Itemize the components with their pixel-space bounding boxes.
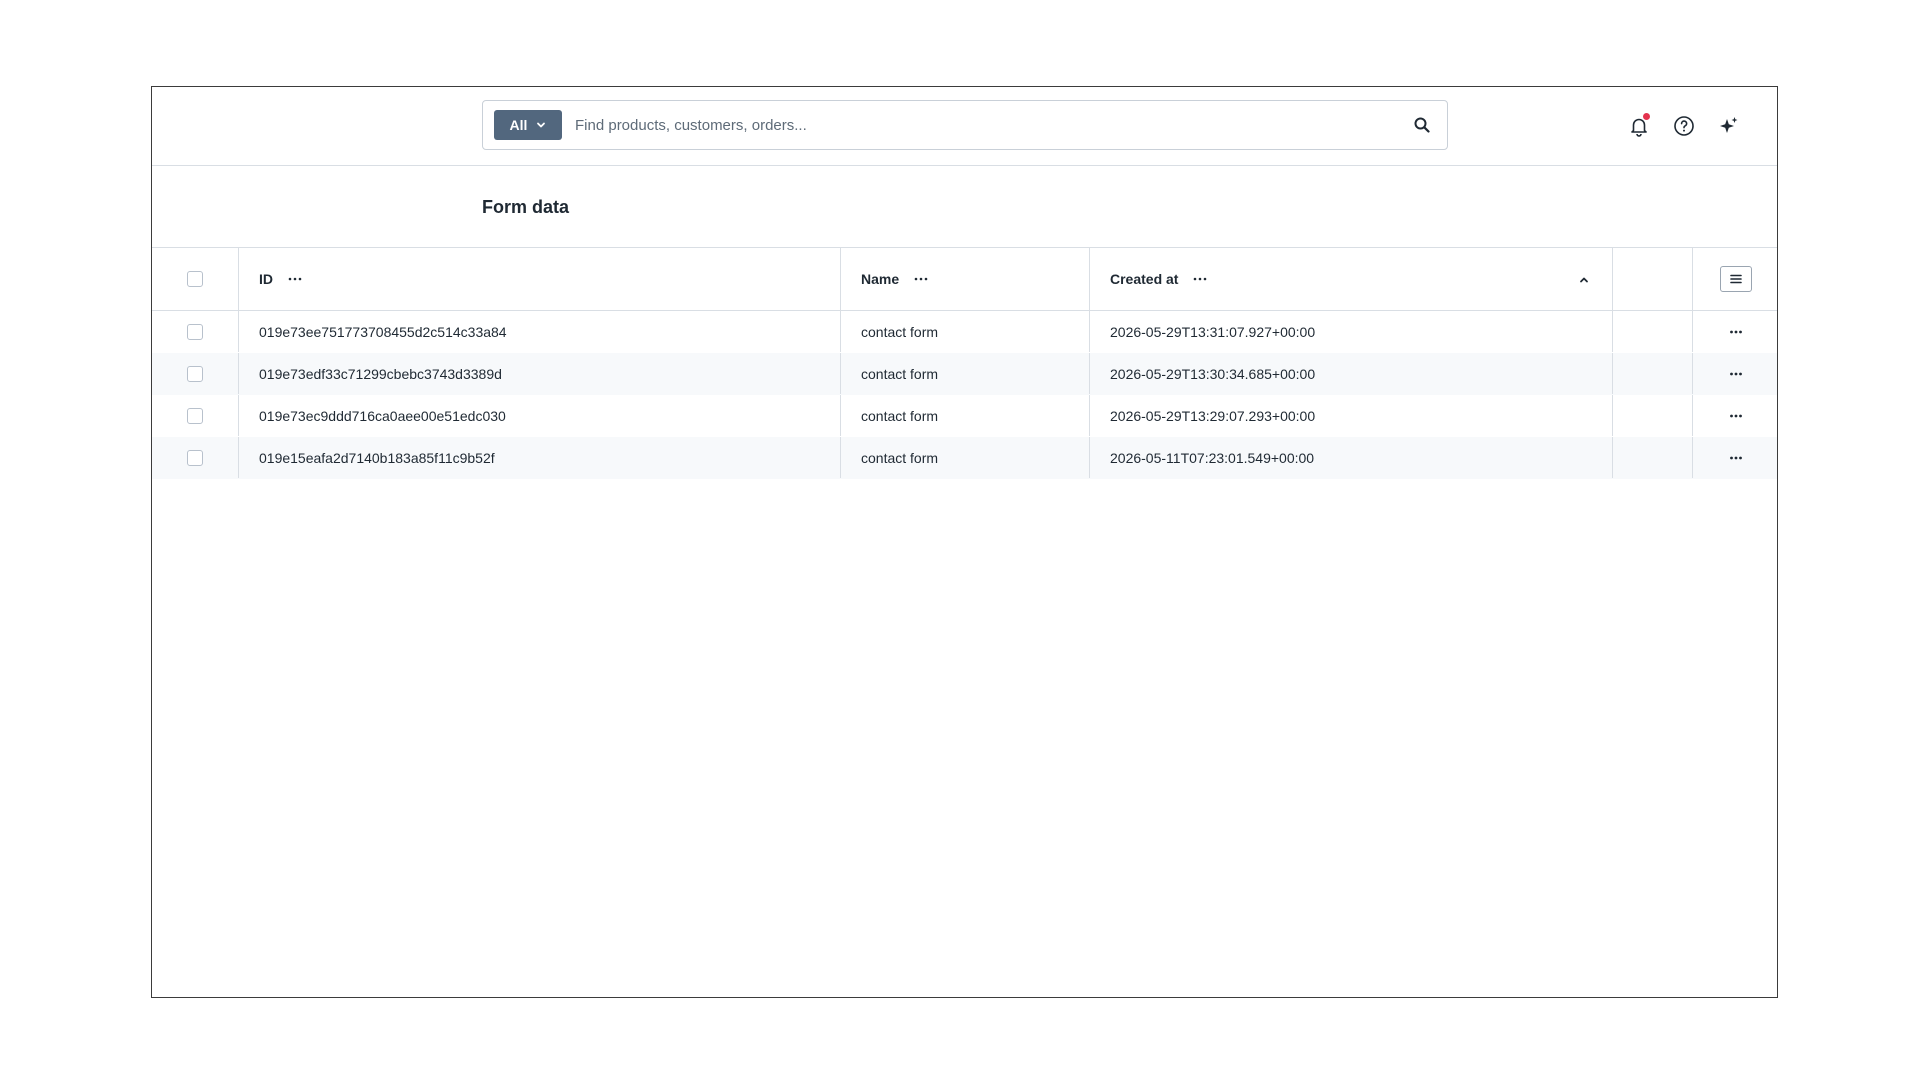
select-all-checkbox[interactable] bbox=[187, 271, 203, 287]
cell-name-text: contact form bbox=[861, 365, 939, 382]
form-data-table: ID Name Created at 019e73ee751773708455d… bbox=[152, 247, 1777, 479]
column-header-created-at[interactable]: Created at bbox=[1089, 248, 1612, 310]
more-horizontal-icon bbox=[1730, 414, 1742, 417]
top-actions bbox=[1627, 113, 1741, 138]
row-select-cell bbox=[152, 353, 238, 394]
column-settings-button[interactable] bbox=[1720, 266, 1752, 292]
list-settings-icon bbox=[1730, 274, 1742, 284]
row-actions-cell bbox=[1692, 353, 1777, 394]
column-header-spacer bbox=[1612, 248, 1692, 310]
cell-created-at-text: 2026-05-29T13:29:07.293+00:00 bbox=[1110, 407, 1316, 424]
column-header-actions bbox=[1692, 248, 1777, 310]
cell-created-at-text: 2026-05-29T13:31:07.927+00:00 bbox=[1110, 323, 1316, 340]
column-menu-id[interactable] bbox=[287, 274, 303, 284]
cell-name[interactable]: contact form bbox=[840, 353, 1089, 394]
top-bar: All bbox=[152, 87, 1777, 166]
row-menu-button[interactable] bbox=[1726, 411, 1746, 421]
cell-id-text: 019e73ee751773708455d2c514c33a84 bbox=[259, 323, 507, 340]
cell-name[interactable]: contact form bbox=[840, 395, 1089, 436]
row-select-cell bbox=[152, 437, 238, 478]
cell-created-at[interactable]: 2026-05-29T13:30:34.685+00:00 bbox=[1089, 353, 1612, 394]
ai-assistant-button[interactable] bbox=[1717, 114, 1741, 138]
table-row[interactable]: 019e73ec9ddd716ca0aee00e51edc030 contact… bbox=[152, 395, 1777, 437]
sparkles-icon bbox=[1720, 117, 1738, 133]
row-select-cell bbox=[152, 311, 238, 352]
column-label-id: ID bbox=[259, 271, 273, 287]
sort-ascending-icon[interactable] bbox=[1578, 274, 1590, 286]
table-header-row: ID Name Created at bbox=[152, 247, 1777, 311]
cell-created-at[interactable]: 2026-05-29T13:31:07.927+00:00 bbox=[1089, 311, 1612, 352]
more-horizontal-icon bbox=[1730, 330, 1742, 333]
global-search: All bbox=[482, 100, 1448, 150]
cell-created-at[interactable]: 2026-05-29T13:29:07.293+00:00 bbox=[1089, 395, 1612, 436]
row-actions-cell bbox=[1692, 437, 1777, 478]
cell-created-at-text: 2026-05-11T07:23:01.549+00:00 bbox=[1110, 449, 1315, 466]
cell-name-text: contact form bbox=[861, 449, 939, 466]
table-row[interactable]: 019e15eafa2d7140b183a85f11c9b52f contact… bbox=[152, 437, 1777, 479]
cell-id-text: 019e73ec9ddd716ca0aee00e51edc030 bbox=[259, 407, 506, 424]
row-actions-cell bbox=[1692, 311, 1777, 352]
row-actions-cell bbox=[1692, 395, 1777, 436]
cell-name-text: contact form bbox=[861, 407, 939, 424]
select-all-cell bbox=[152, 248, 238, 310]
cell-name[interactable]: contact form bbox=[840, 437, 1089, 478]
cell-id[interactable]: 019e15eafa2d7140b183a85f11c9b52f bbox=[238, 437, 840, 478]
cell-id[interactable]: 019e73ec9ddd716ca0aee00e51edc030 bbox=[238, 395, 840, 436]
help-button[interactable] bbox=[1672, 114, 1696, 138]
search-scope-dropdown[interactable]: All bbox=[494, 110, 562, 140]
cell-id[interactable]: 019e73edf33c71299cbebc3743d3389d bbox=[238, 353, 840, 394]
more-horizontal-icon bbox=[914, 277, 928, 281]
cell-spacer bbox=[1612, 311, 1692, 352]
cell-id-text: 019e73edf33c71299cbebc3743d3389d bbox=[259, 365, 502, 382]
column-label-created-at: Created at bbox=[1110, 271, 1179, 287]
chevron-down-icon bbox=[537, 122, 546, 128]
cell-name[interactable]: contact form bbox=[840, 311, 1089, 352]
page-title: Form data bbox=[482, 197, 570, 217]
row-menu-button[interactable] bbox=[1726, 453, 1746, 463]
cell-spacer bbox=[1612, 395, 1692, 436]
table-row[interactable]: 019e73ee751773708455d2c514c33a84 contact… bbox=[152, 311, 1777, 353]
row-select-cell bbox=[152, 395, 238, 436]
more-horizontal-icon bbox=[288, 277, 302, 281]
row-menu-button[interactable] bbox=[1726, 327, 1746, 337]
column-label-name: Name bbox=[861, 271, 900, 287]
cell-spacer bbox=[1612, 353, 1692, 394]
more-horizontal-icon bbox=[1730, 456, 1742, 459]
column-menu-created-at[interactable] bbox=[1192, 274, 1208, 284]
cell-created-at[interactable]: 2026-05-11T07:23:01.549+00:00 bbox=[1089, 437, 1612, 478]
search-scope-label: All bbox=[509, 117, 528, 133]
help-circle-icon bbox=[1674, 116, 1694, 136]
more-horizontal-icon bbox=[1730, 372, 1742, 375]
cell-spacer bbox=[1612, 437, 1692, 478]
app-window: All Form data ID bbox=[151, 86, 1778, 998]
row-checkbox[interactable] bbox=[187, 449, 203, 466]
notifications-button[interactable] bbox=[1627, 113, 1651, 138]
notification-badge bbox=[1643, 113, 1650, 120]
cell-created-at-text: 2026-05-29T13:30:34.685+00:00 bbox=[1110, 365, 1316, 382]
cell-id-text: 019e15eafa2d7140b183a85f11c9b52f bbox=[259, 449, 495, 466]
row-checkbox[interactable] bbox=[187, 323, 203, 340]
column-menu-name[interactable] bbox=[913, 274, 929, 284]
row-menu-button[interactable] bbox=[1726, 369, 1746, 379]
more-horizontal-icon bbox=[1194, 277, 1207, 281]
search-input[interactable] bbox=[575, 111, 1395, 139]
search-icon[interactable] bbox=[1413, 116, 1431, 134]
column-header-name[interactable]: Name bbox=[840, 248, 1089, 310]
cell-name-text: contact form bbox=[861, 323, 939, 340]
column-header-id[interactable]: ID bbox=[238, 248, 840, 310]
table-row[interactable]: 019e73edf33c71299cbebc3743d3389d contact… bbox=[152, 353, 1777, 395]
row-checkbox[interactable] bbox=[187, 365, 203, 382]
cell-id[interactable]: 019e73ee751773708455d2c514c33a84 bbox=[238, 311, 840, 352]
row-checkbox[interactable] bbox=[187, 407, 203, 424]
